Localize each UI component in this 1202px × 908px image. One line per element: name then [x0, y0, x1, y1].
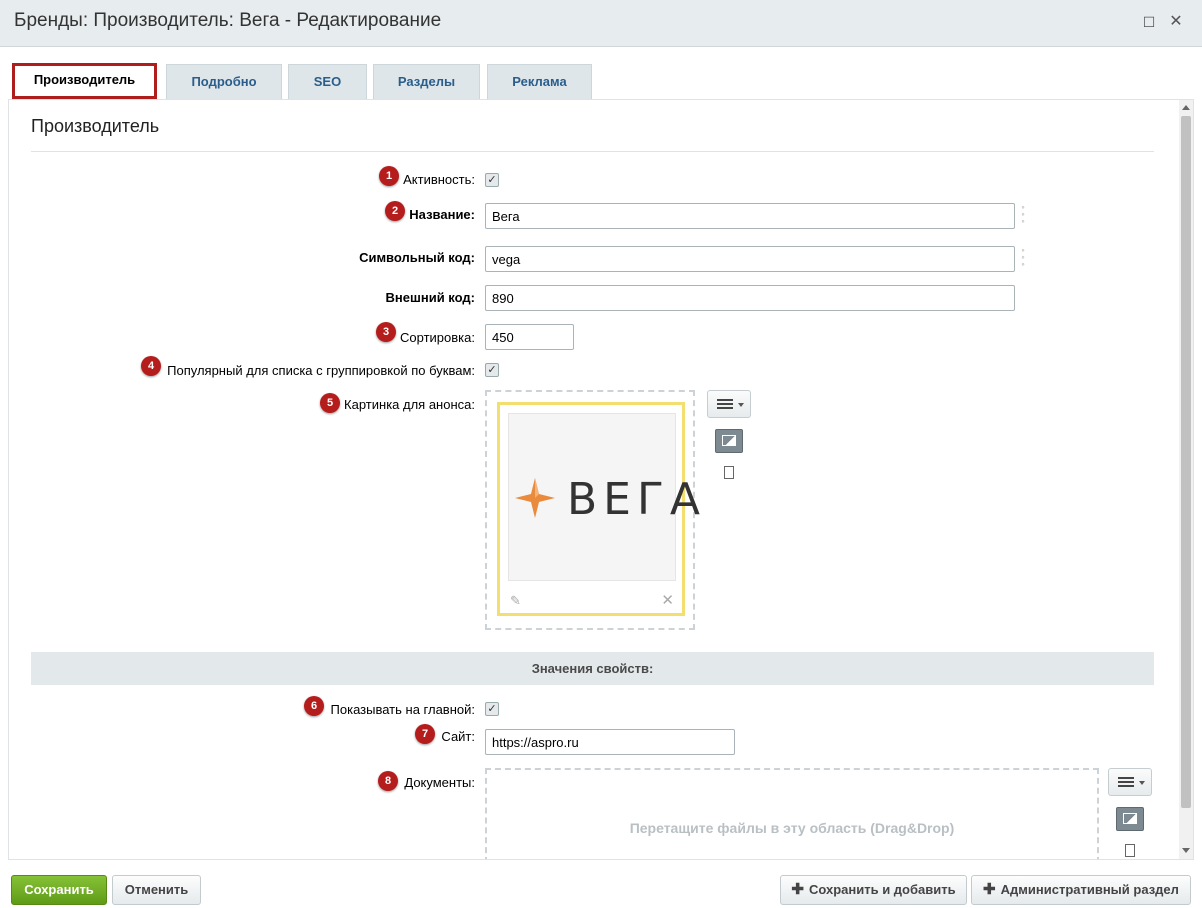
logo-text: ВЕГА: [567, 474, 706, 525]
save-button[interactable]: Сохранить: [11, 875, 107, 905]
preview-image-label: Картинка для анонса:: [344, 397, 475, 412]
properties-header: Значения свойств:: [31, 652, 1154, 685]
active-label: Активность:: [403, 172, 475, 187]
badge-6: 6: [304, 696, 324, 716]
show-on-main-checkbox[interactable]: ✓: [485, 702, 499, 716]
scroll-down-icon[interactable]: [1182, 848, 1190, 853]
site-input[interactable]: [485, 729, 735, 755]
close-icon[interactable]: ✕: [1168, 14, 1184, 30]
code-input[interactable]: [485, 246, 1015, 272]
window-title: Бренды: Производитель: Вега - Редактиров…: [14, 10, 442, 31]
divider: [31, 151, 1154, 152]
menu-icon: [717, 399, 733, 409]
badge-7: 7: [415, 724, 435, 744]
scrollbar-thumb[interactable]: [1181, 116, 1191, 808]
badge-8: 8: [378, 771, 398, 791]
name-input[interactable]: [485, 203, 1015, 229]
star-logo-icon: [515, 478, 555, 518]
tab-details[interactable]: Подробно: [166, 64, 282, 100]
external-code-label: Внешний код:: [385, 290, 475, 305]
tab-sections[interactable]: Разделы: [373, 64, 480, 100]
cancel-button[interactable]: Отменить: [112, 875, 201, 905]
image-icon[interactable]: [1116, 807, 1144, 831]
sort-label: Сортировка:: [400, 330, 475, 345]
pencil-icon[interactable]: ✎: [510, 593, 521, 609]
maximize-icon[interactable]: ☐: [1141, 14, 1157, 30]
link-icon[interactable]: ◦ ◦ ◦: [1018, 203, 1028, 226]
popular-label: Популярный для списка с группировкой по …: [167, 363, 475, 378]
delete-icon[interactable]: ✕: [661, 591, 674, 609]
image-preview-card: ВЕГА ✎ ✕: [497, 402, 700, 616]
section-title: Производитель: [31, 116, 160, 136]
sort-input[interactable]: [485, 324, 574, 350]
documents-label: Документы:: [404, 775, 475, 790]
badge-5: 5: [320, 393, 340, 413]
badge-3: 3: [376, 322, 396, 342]
code-label: Символьный код:: [359, 250, 475, 265]
tab-manufacturer[interactable]: Производитель: [12, 63, 157, 99]
tab-ads[interactable]: Реклама: [487, 64, 592, 100]
popular-checkbox[interactable]: ✓: [485, 363, 499, 377]
admin-section-button[interactable]: ✚ Административный раздел: [971, 875, 1191, 905]
badge-1: 1: [379, 166, 399, 186]
external-code-input[interactable]: [485, 285, 1015, 311]
file-icon[interactable]: [724, 466, 734, 479]
tab-bar: Производитель Подробно SEO Разделы Рекла…: [8, 62, 1194, 100]
admin-section-label: Административный раздел: [1000, 882, 1179, 897]
active-checkbox[interactable]: ✓: [485, 173, 499, 187]
chevron-down-icon: [738, 403, 744, 407]
save-and-add-label: Сохранить и добавить: [808, 882, 956, 897]
dropzone-hint: Перетащите файлы в эту область (Drag&Dro…: [629, 820, 955, 836]
site-label: Сайт:: [441, 729, 475, 744]
footer: Сохранить Отменить ✚ Сохранить и добавить…: [0, 860, 1202, 908]
image-dropzone[interactable]: ВЕГА ✎ ✕: [485, 390, 700, 630]
file-icon[interactable]: [1125, 844, 1135, 857]
image-icon[interactable]: [715, 429, 743, 453]
form-content: Производитель 1 Активность: ✓ 2 Название…: [8, 99, 1194, 860]
documents-menu-button[interactable]: [1108, 768, 1152, 796]
show-on-main-label: Показывать на главной:: [330, 702, 475, 717]
link-icon[interactable]: ◦ ◦ ◦: [1018, 246, 1028, 269]
plus-icon: ✚: [791, 881, 804, 898]
name-label: Название:: [409, 207, 475, 222]
tab-seo[interactable]: SEO: [288, 64, 367, 100]
save-and-add-button[interactable]: ✚ Сохранить и добавить: [780, 875, 967, 905]
window-titlebar: Бренды: Производитель: Вега - Редактиров…: [0, 0, 1202, 47]
badge-4: 4: [141, 356, 161, 376]
scrollbar[interactable]: [1179, 100, 1193, 859]
brand-logo-image: ВЕГА: [508, 413, 700, 581]
chevron-down-icon: [1139, 781, 1145, 785]
scroll-up-icon[interactable]: [1182, 105, 1190, 110]
image-menu-button[interactable]: [707, 390, 751, 418]
plus-icon: ✚: [983, 881, 996, 898]
menu-icon: [1118, 777, 1134, 787]
documents-dropzone[interactable]: Перетащите файлы в эту область (Drag&Dro…: [485, 768, 1099, 859]
badge-2: 2: [385, 201, 405, 221]
